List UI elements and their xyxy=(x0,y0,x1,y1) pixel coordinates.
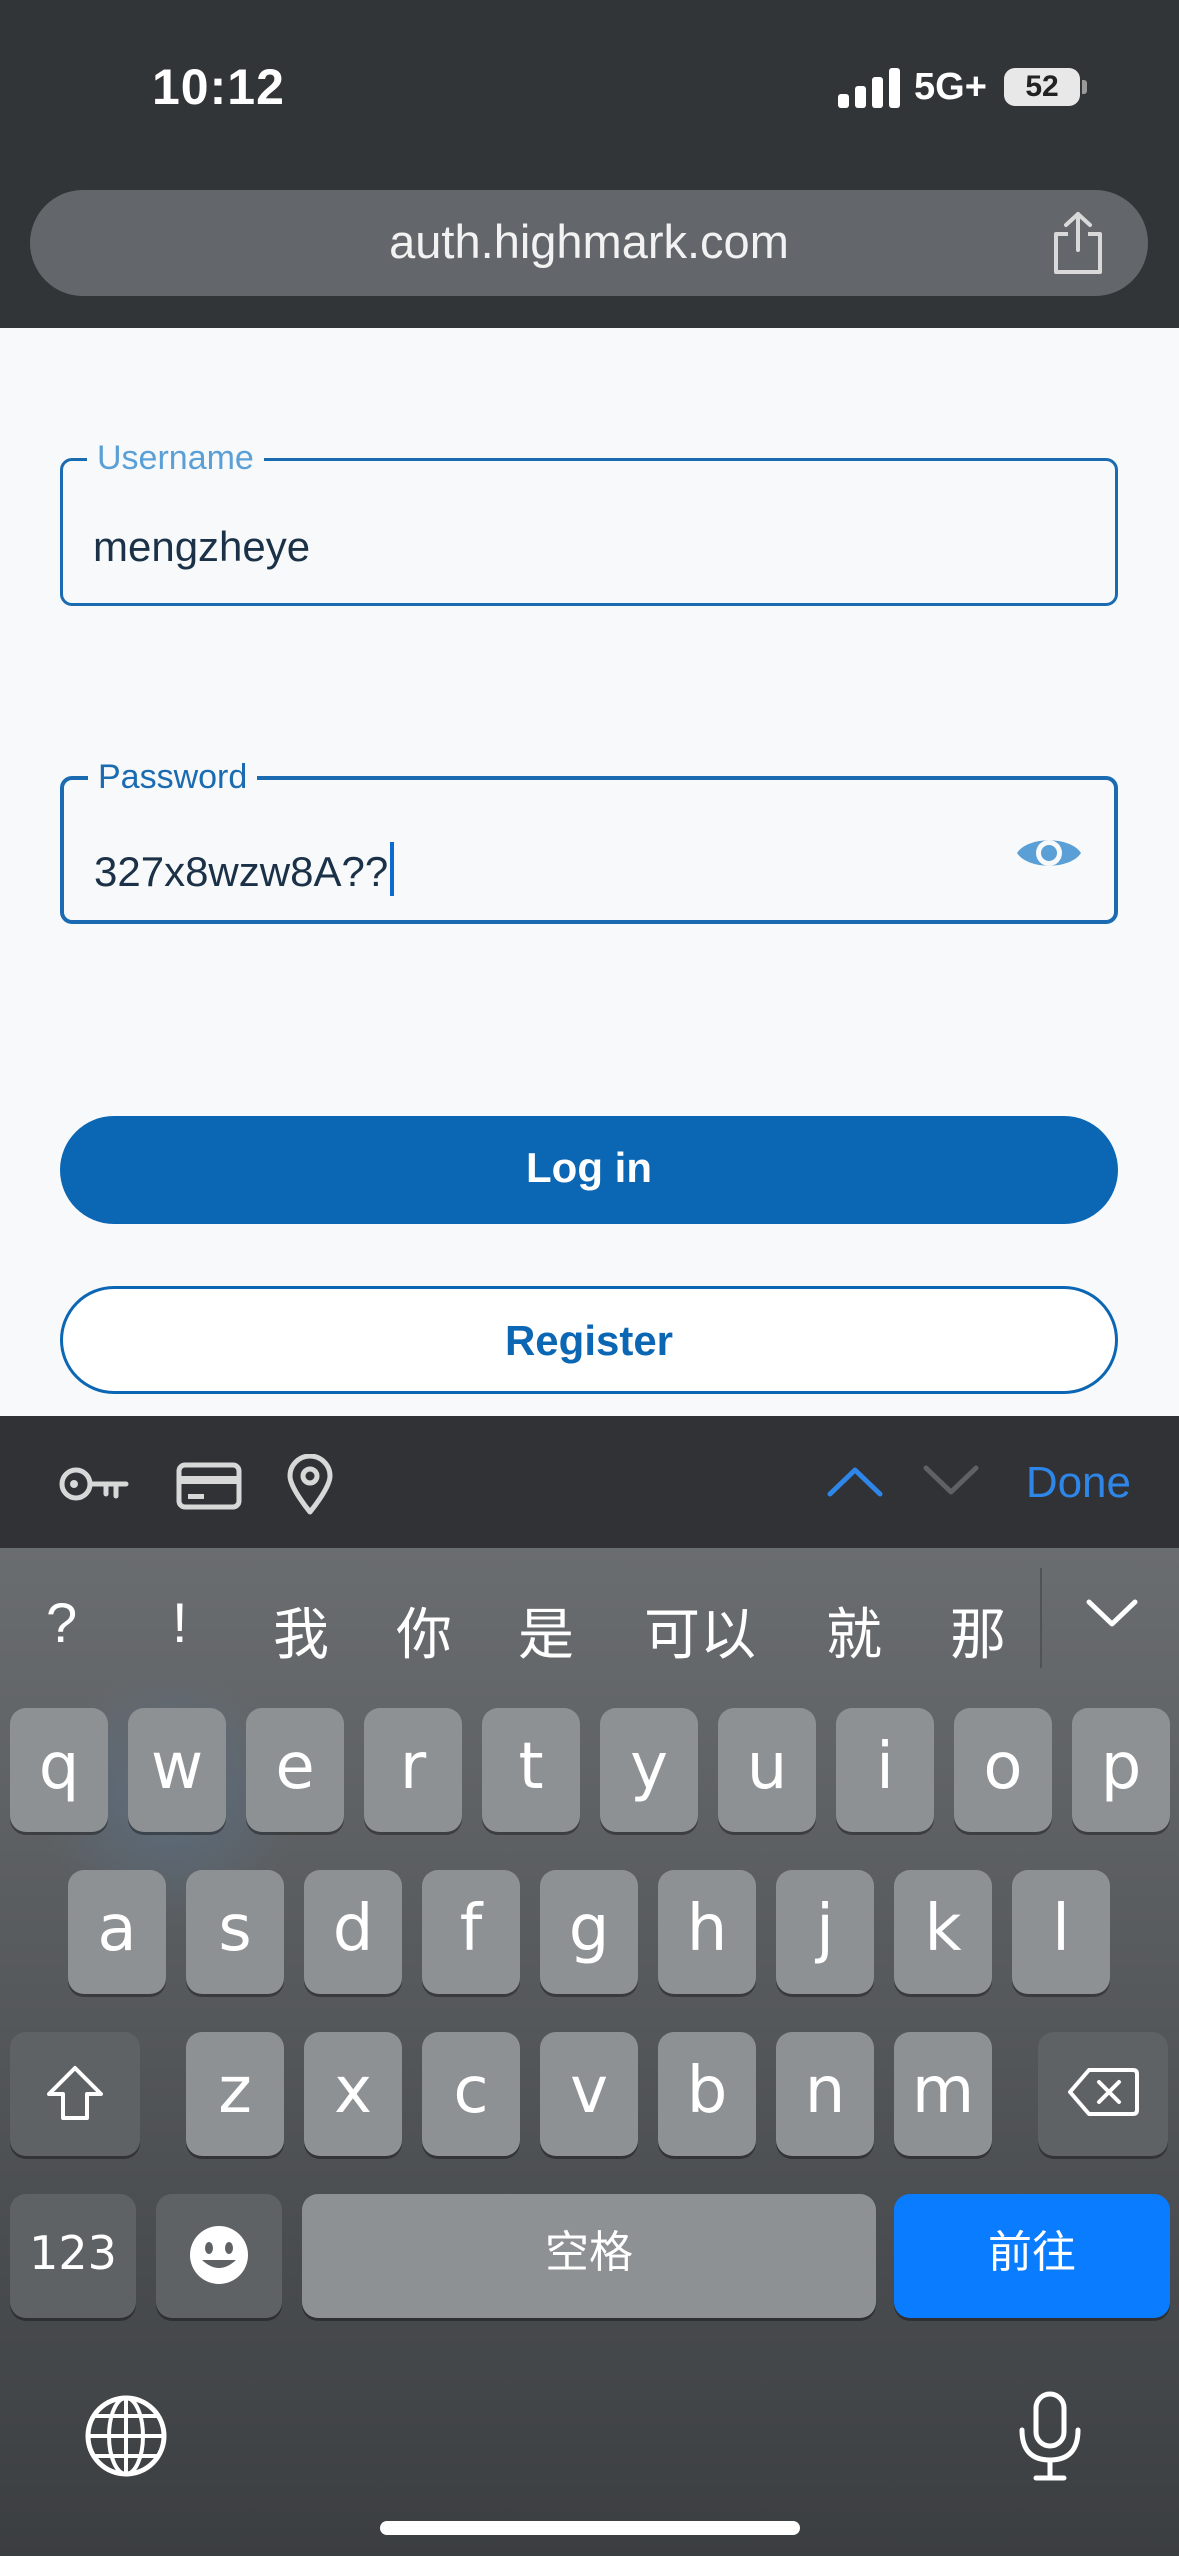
key-v[interactable]: v xyxy=(540,2032,638,2156)
eye-icon[interactable] xyxy=(1014,830,1084,876)
key-f[interactable]: f xyxy=(422,1870,520,1994)
delete-icon xyxy=(1068,2068,1139,2116)
shift-icon xyxy=(47,2066,103,2120)
share-icon[interactable] xyxy=(1048,210,1108,276)
key-z[interactable]: z xyxy=(186,2032,284,2156)
key-e[interactable]: e xyxy=(246,1708,344,1832)
candidate-divider xyxy=(1040,1568,1042,1668)
key-j[interactable]: j xyxy=(776,1870,874,1994)
battery-level: 52 xyxy=(1025,70,1059,103)
keyboard: ? ! 我 你 是 可以 就 那 q w e r t y u i o p a s… xyxy=(0,1548,1179,2556)
keyboard-accessory-bar: Done xyxy=(0,1416,1179,1548)
key-a[interactable]: a xyxy=(68,1870,166,1994)
candidate-wo[interactable]: 我 xyxy=(273,1590,329,1671)
key-n[interactable]: n xyxy=(776,2032,874,2156)
home-indicator[interactable] xyxy=(380,2521,800,2535)
chevron-down-icon[interactable] xyxy=(922,1464,980,1498)
chevron-down-icon[interactable] xyxy=(1085,1596,1139,1630)
key-d[interactable]: d xyxy=(304,1870,402,1994)
key-p[interactable]: p xyxy=(1072,1708,1170,1832)
password-field[interactable]: Password 327x8wzw8A?? xyxy=(60,758,1118,924)
candidate-exclamation[interactable]: ! xyxy=(172,1590,188,1655)
chevron-up-icon[interactable] xyxy=(826,1464,884,1498)
go-key[interactable]: 前往 xyxy=(894,2194,1170,2318)
url-text[interactable]: auth.highmark.com xyxy=(30,214,1148,269)
microphone-icon[interactable] xyxy=(1016,2390,1084,2482)
key-k[interactable]: k xyxy=(894,1870,992,1994)
key-r[interactable]: r xyxy=(364,1708,462,1832)
address-bar[interactable]: auth.highmark.com xyxy=(30,190,1148,296)
battery-tip xyxy=(1082,80,1087,94)
username-label: Username xyxy=(87,439,264,478)
done-button[interactable]: Done xyxy=(1026,1458,1131,1508)
browser-top-bar: 10:12 5G+ 52 auth.highmark.com xyxy=(0,0,1179,328)
password-value: 327x8wzw8A?? xyxy=(94,848,389,895)
key-i[interactable]: i xyxy=(836,1708,934,1832)
key-c[interactable]: c xyxy=(422,2032,520,2156)
text-caret xyxy=(390,842,395,896)
key-q[interactable]: q xyxy=(10,1708,108,1832)
username-value[interactable]: mengzheye xyxy=(93,523,310,571)
candidate-question[interactable]: ? xyxy=(46,1590,77,1655)
key-u[interactable]: u xyxy=(718,1708,816,1832)
key-icon[interactable] xyxy=(58,1464,130,1504)
key-t[interactable]: t xyxy=(482,1708,580,1832)
network-type: 5G+ xyxy=(914,66,987,108)
key-l[interactable]: l xyxy=(1012,1870,1110,1994)
candidate-na[interactable]: 那 xyxy=(950,1590,1006,1671)
battery-icon: 52 xyxy=(1004,68,1080,106)
key-w[interactable]: w xyxy=(128,1708,226,1832)
status-time: 10:12 xyxy=(152,59,285,115)
candidate-shi[interactable]: 是 xyxy=(518,1590,574,1671)
key-y[interactable]: y xyxy=(600,1708,698,1832)
candidate-ni[interactable]: 你 xyxy=(396,1590,452,1671)
shift-key[interactable] xyxy=(10,2032,140,2156)
emoji-icon xyxy=(190,2226,248,2284)
key-m[interactable]: m xyxy=(894,2032,992,2156)
key-x[interactable]: x xyxy=(304,2032,402,2156)
delete-key[interactable] xyxy=(1038,2032,1168,2156)
login-button[interactable]: Log in xyxy=(60,1116,1118,1224)
credit-card-icon[interactable] xyxy=(176,1462,242,1510)
numbers-key[interactable]: 123 xyxy=(10,2194,136,2318)
key-h[interactable]: h xyxy=(658,1870,756,1994)
emoji-key[interactable] xyxy=(156,2194,282,2318)
key-o[interactable]: o xyxy=(954,1708,1052,1832)
globe-icon[interactable] xyxy=(84,2394,168,2478)
key-b[interactable]: b xyxy=(658,2032,756,2156)
username-field[interactable]: Username mengzheye xyxy=(60,439,1118,606)
cellular-signal-icon xyxy=(838,66,900,108)
candidate-keyi[interactable]: 可以 xyxy=(644,1590,756,1671)
register-button[interactable]: Register xyxy=(60,1286,1118,1394)
location-pin-icon[interactable] xyxy=(286,1454,334,1516)
password-input[interactable]: 327x8wzw8A?? xyxy=(94,842,395,896)
candidate-jiu[interactable]: 就 xyxy=(826,1590,882,1671)
space-key[interactable]: 空格 xyxy=(302,2194,876,2318)
password-label: Password xyxy=(88,758,258,797)
key-g[interactable]: g xyxy=(540,1870,638,1994)
login-form: Username mengzheye Password 327x8wzw8A??… xyxy=(0,328,1179,1416)
key-s[interactable]: s xyxy=(186,1870,284,1994)
